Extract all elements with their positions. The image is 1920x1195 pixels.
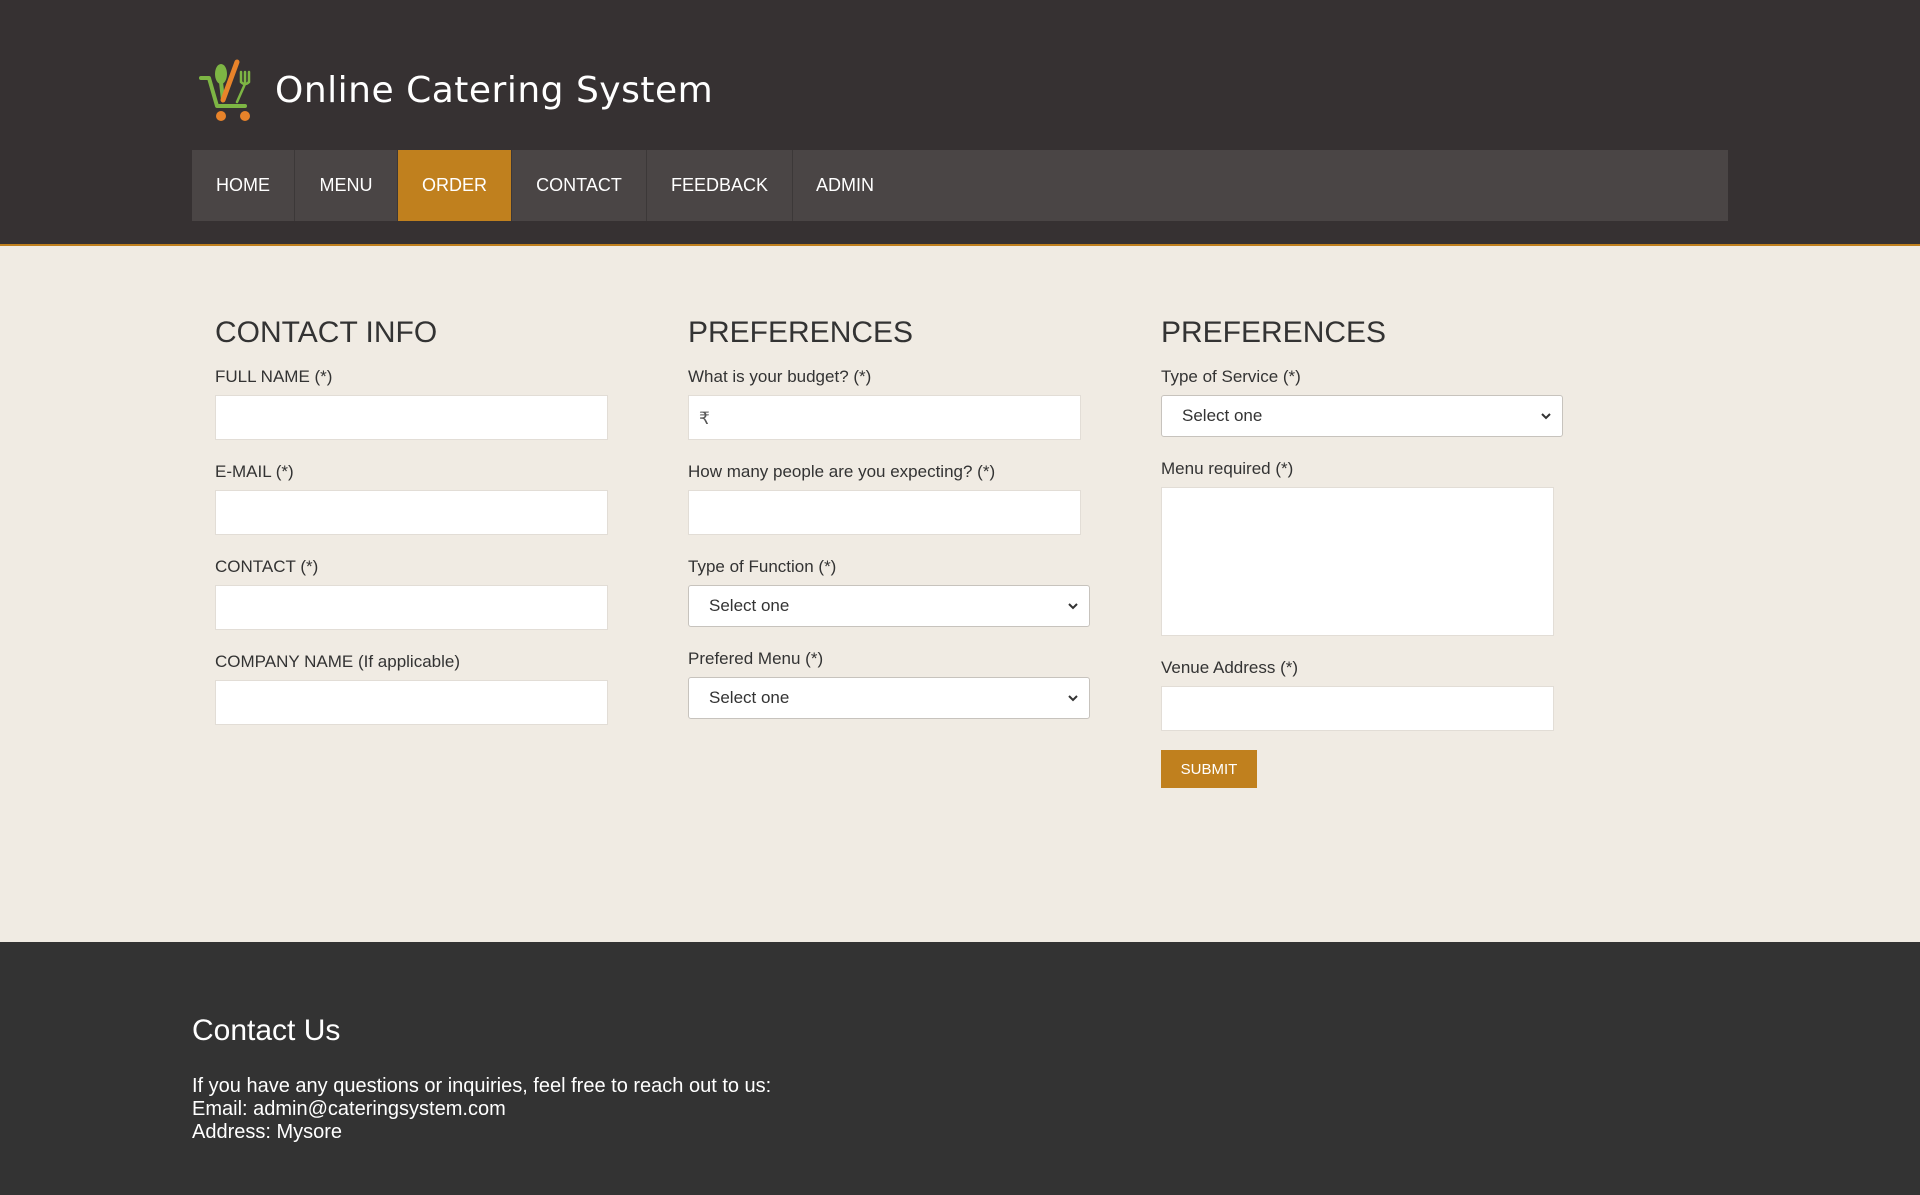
rupee-icon: ₹ bbox=[699, 409, 710, 428]
full-name-input[interactable] bbox=[215, 395, 608, 440]
nav-admin[interactable]: ADMIN bbox=[793, 150, 897, 221]
function-type-select[interactable]: Select one bbox=[688, 585, 1090, 627]
catering-cart-logo-icon bbox=[199, 59, 251, 121]
full-name-label: FULL NAME (*) bbox=[215, 367, 333, 386]
people-count-input[interactable] bbox=[688, 490, 1081, 535]
menu-required-label: Menu required (*) bbox=[1161, 459, 1294, 478]
contact-info-section: CONTACT INFO FULL NAME (*) E-MAIL (*) CO… bbox=[215, 314, 608, 747]
preferences-heading-2: PREFERENCES bbox=[1161, 316, 1387, 349]
preferred-menu-value: Select one bbox=[709, 688, 790, 707]
footer-email: Email: admin@cateringsystem.com bbox=[192, 1098, 506, 1120]
main-nav: HOME MENU ORDER CONTACT FEEDBACK ADMIN bbox=[192, 150, 1728, 221]
service-type-value: Select one bbox=[1182, 406, 1263, 425]
submit-button[interactable]: SUBMIT bbox=[1161, 750, 1257, 788]
site-title: Online Catering System bbox=[275, 69, 714, 111]
preferences-heading-1: PREFERENCES bbox=[688, 316, 914, 349]
venue-address-input[interactable] bbox=[1161, 686, 1554, 731]
budget-input[interactable]: ₹ bbox=[688, 395, 1081, 440]
brand[interactable]: Online Catering System bbox=[193, 56, 713, 124]
footer-intro: If you have any questions or inquiries, … bbox=[192, 1075, 772, 1097]
people-count-label: How many people are you expecting? (*) bbox=[688, 462, 996, 481]
contact-label: CONTACT (*) bbox=[215, 557, 319, 576]
nav-feedback[interactable]: FEEDBACK bbox=[647, 150, 793, 221]
chevron-down-icon bbox=[1068, 695, 1078, 702]
nav-menu[interactable]: MENU bbox=[295, 150, 398, 221]
company-name-input[interactable] bbox=[215, 680, 608, 725]
chevron-down-icon bbox=[1068, 603, 1078, 610]
preferences-section-1: PREFERENCES What is your budget? (*) ₹ H… bbox=[688, 314, 1090, 741]
preferences-section-2: PREFERENCES Type of Service (*) Select o… bbox=[1161, 314, 1563, 788]
email-label: E-MAIL (*) bbox=[215, 462, 294, 481]
site-header: Online Catering System HOME MENU ORDER C… bbox=[0, 0, 1920, 246]
site-footer: Contact Us If you have any questions or … bbox=[0, 942, 1920, 1195]
budget-label: What is your budget? (*) bbox=[688, 367, 872, 386]
function-type-value: Select one bbox=[709, 596, 790, 615]
preferred-menu-label: Prefered Menu (*) bbox=[688, 649, 824, 668]
service-type-select[interactable]: Select one bbox=[1161, 395, 1563, 437]
preferred-menu-select[interactable]: Select one bbox=[688, 677, 1090, 719]
function-type-label: Type of Function (*) bbox=[688, 557, 837, 576]
email-input[interactable] bbox=[215, 490, 608, 535]
service-type-label: Type of Service (*) bbox=[1161, 367, 1301, 386]
order-form: CONTACT INFO FULL NAME (*) E-MAIL (*) CO… bbox=[0, 248, 1920, 942]
footer-contact-lines: If you have any questions or inquiries, … bbox=[192, 1075, 771, 1144]
contact-input[interactable] bbox=[215, 585, 608, 630]
nav-contact[interactable]: CONTACT bbox=[512, 150, 647, 221]
footer-heading: Contact Us bbox=[192, 1014, 341, 1047]
chevron-down-icon bbox=[1541, 413, 1551, 420]
venue-address-label: Venue Address (*) bbox=[1161, 658, 1299, 677]
nav-order[interactable]: ORDER bbox=[398, 150, 512, 221]
company-name-label: COMPANY NAME (If applicable) bbox=[215, 652, 460, 671]
nav-home[interactable]: HOME bbox=[192, 150, 295, 221]
menu-required-textarea[interactable] bbox=[1161, 487, 1554, 636]
contact-info-heading: CONTACT INFO bbox=[215, 316, 438, 349]
footer-address: Address: Mysore bbox=[192, 1121, 343, 1143]
